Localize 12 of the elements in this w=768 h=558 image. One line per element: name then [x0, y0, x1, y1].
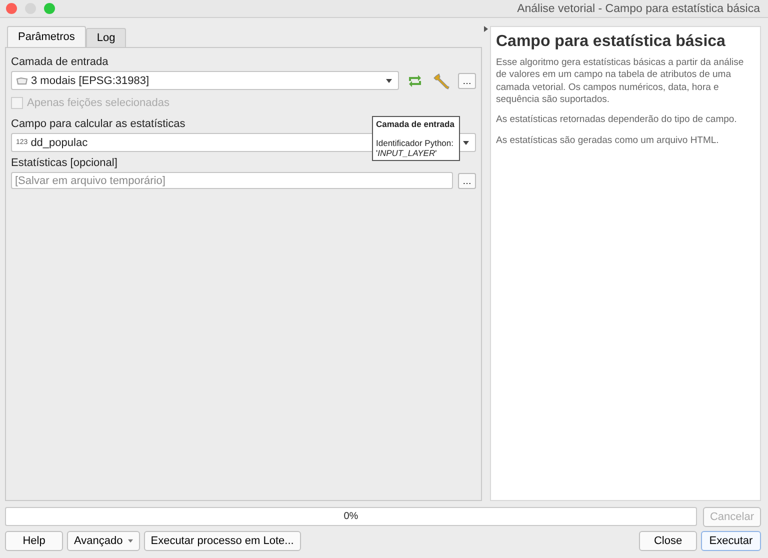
progress-text: 0%: [344, 511, 358, 522]
help-paragraph: As estatísticas retornadas dependerão do tipo de campo.: [496, 114, 738, 127]
tooltip-title: Camada de entrada: [376, 119, 456, 129]
tooltip-text: Identificador Python:: [376, 138, 454, 148]
window-title: Análise vetorial - Campo para estatística básica: [517, 2, 760, 14]
field-label: Campo para calcular as estatísticas: [11, 118, 186, 130]
help-title: Campo para estatística básica: [496, 33, 726, 51]
field-label: Estatísticas [opcional]: [11, 157, 118, 169]
help-paragraph: As estatísticas são geradas como um arquivo HTML.: [496, 134, 720, 148]
help-paragraph: Esse algoritmo gera estatísticas básicas a partir da análise de valores em um campo na tabela de atributos de uma camada vetorial. Os campos numéricos, data, hora e sequência são suportados.: [496, 57, 745, 106]
field-label: Camada de entrada: [11, 56, 108, 68]
checkbox-label: Apenas feições selecionadas: [27, 97, 170, 109]
